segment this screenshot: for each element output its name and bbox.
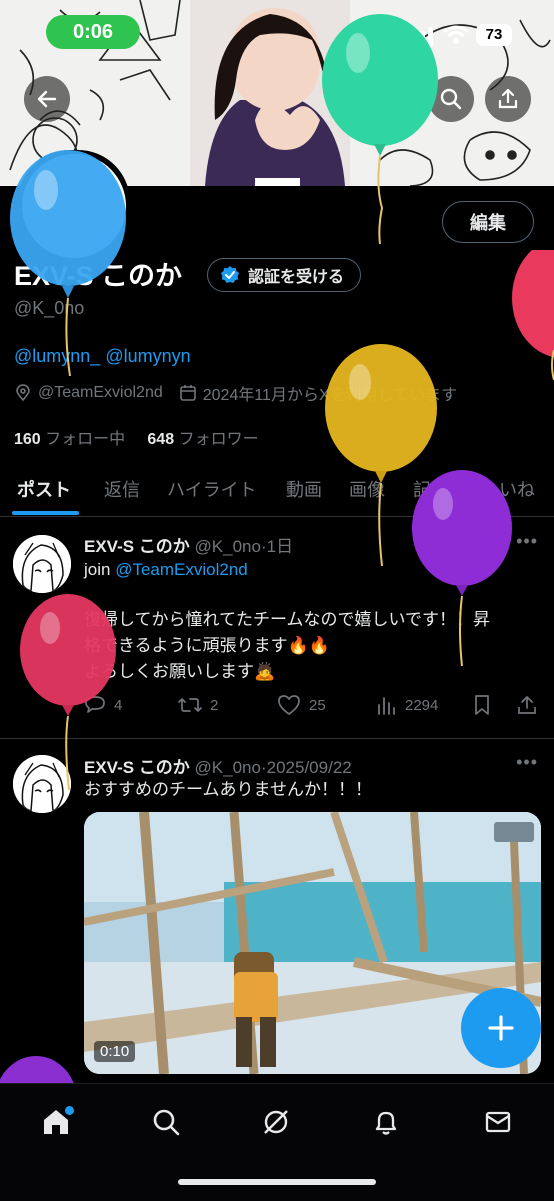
repost-button[interactable]: 2: [178, 694, 218, 716]
share-profile-button[interactable]: [485, 76, 531, 122]
tab-replies[interactable]: 返信: [104, 476, 140, 502]
share-icon: [518, 696, 536, 714]
following-count: 160: [14, 431, 41, 448]
mention-link[interactable]: @TeamExviol2nd: [115, 560, 248, 579]
followers-link[interactable]: 648 フォロワー: [147, 431, 258, 448]
video-duration: 0:10: [94, 1041, 136, 1062]
post-time: 2025/09/22: [266, 758, 352, 777]
bookmark-icon: [475, 695, 489, 715]
share-post-button[interactable]: [516, 694, 538, 716]
get-verified-label: 認証を受ける: [248, 269, 345, 286]
verified-badge-icon: [221, 266, 239, 283]
balloon-green: [322, 14, 438, 244]
status-bar: 0:06 73: [0, 0, 554, 64]
post-header: EXV-S このか @K_0no·1日: [84, 532, 293, 557]
anime-avatar-image: [13, 535, 71, 593]
compose-post-button[interactable]: [461, 988, 541, 1068]
plus-icon: [488, 1015, 514, 1041]
notifications-icon: [375, 1111, 397, 1135]
follow-stats: 160 フォロー中 648 フォロワー: [14, 425, 259, 449]
followers-count: 648: [147, 431, 175, 448]
nav-grok[interactable]: [256, 1102, 296, 1142]
tab-posts[interactable]: ポスト: [17, 476, 71, 502]
wifi-icon: [443, 25, 469, 44]
bookmark-button[interactable]: [472, 694, 492, 716]
like-icon: [278, 695, 300, 715]
explore-icon: [153, 1109, 180, 1136]
back-arrow-icon: [37, 90, 57, 108]
home-indicator: [178, 1179, 376, 1185]
followers-label: フォロワー: [178, 431, 259, 448]
post-author[interactable]: EXV-S このか: [84, 537, 190, 556]
post-actions: 4 2 25 2294: [84, 694, 544, 718]
grok-nav-icon: [264, 1110, 288, 1134]
balloon-pink: [20, 594, 116, 791]
repost-icon: [178, 698, 202, 712]
balloon-blue: [10, 150, 126, 377]
share-icon: [498, 88, 518, 109]
like-count: 25: [309, 696, 326, 714]
tab-highlights[interactable]: ハイライト: [167, 476, 257, 502]
post-header: EXV-S このか @K_0no·2025/09/22: [84, 753, 352, 778]
nav-explore[interactable]: [146, 1102, 186, 1142]
post-handle: @K_0no: [194, 758, 261, 777]
battery-indicator: 73: [476, 24, 512, 46]
status-time: 0:06: [46, 15, 140, 49]
like-button[interactable]: 25: [277, 694, 326, 716]
post-text-prefix: join: [84, 560, 116, 579]
post-handle: @K_0no: [194, 537, 261, 556]
balloon-violet: [0, 1056, 75, 1086]
post-text: join @TeamExviol2nd: [84, 557, 248, 583]
following-link[interactable]: 160 フォロー中: [14, 431, 125, 448]
location-text: @TeamExviol2nd: [38, 384, 163, 401]
nav-home[interactable]: [36, 1102, 76, 1142]
nav-notifications[interactable]: [366, 1102, 406, 1142]
search-icon: [440, 88, 462, 110]
balloon-purple: [412, 470, 512, 667]
post-time: 1日: [266, 537, 294, 556]
active-tab-indicator: [12, 511, 79, 515]
avatar[interactable]: [13, 535, 71, 593]
more-icon[interactable]: •••: [516, 752, 538, 773]
balloon-red: [512, 250, 554, 380]
tab-videos[interactable]: 動画: [286, 476, 322, 502]
views-button[interactable]: 2294: [375, 694, 438, 716]
calendar-icon: [179, 385, 196, 401]
home-notification-dot: [65, 1106, 74, 1115]
views-icon: [378, 697, 395, 715]
messages-icon: [485, 1111, 511, 1133]
location-icon: [16, 384, 30, 402]
get-verified-button[interactable]: 認証を受ける: [207, 258, 362, 292]
nav-messages[interactable]: [478, 1102, 518, 1142]
back-button[interactable]: [24, 76, 70, 122]
post-text: おすすめのチームありませんか！！！: [84, 780, 372, 799]
more-icon[interactable]: •••: [516, 531, 538, 552]
repost-count: 2: [210, 696, 219, 714]
edit-profile-button[interactable]: 編集: [442, 201, 534, 243]
following-label: フォロー中: [45, 431, 126, 448]
views-count: 2294: [405, 696, 439, 714]
